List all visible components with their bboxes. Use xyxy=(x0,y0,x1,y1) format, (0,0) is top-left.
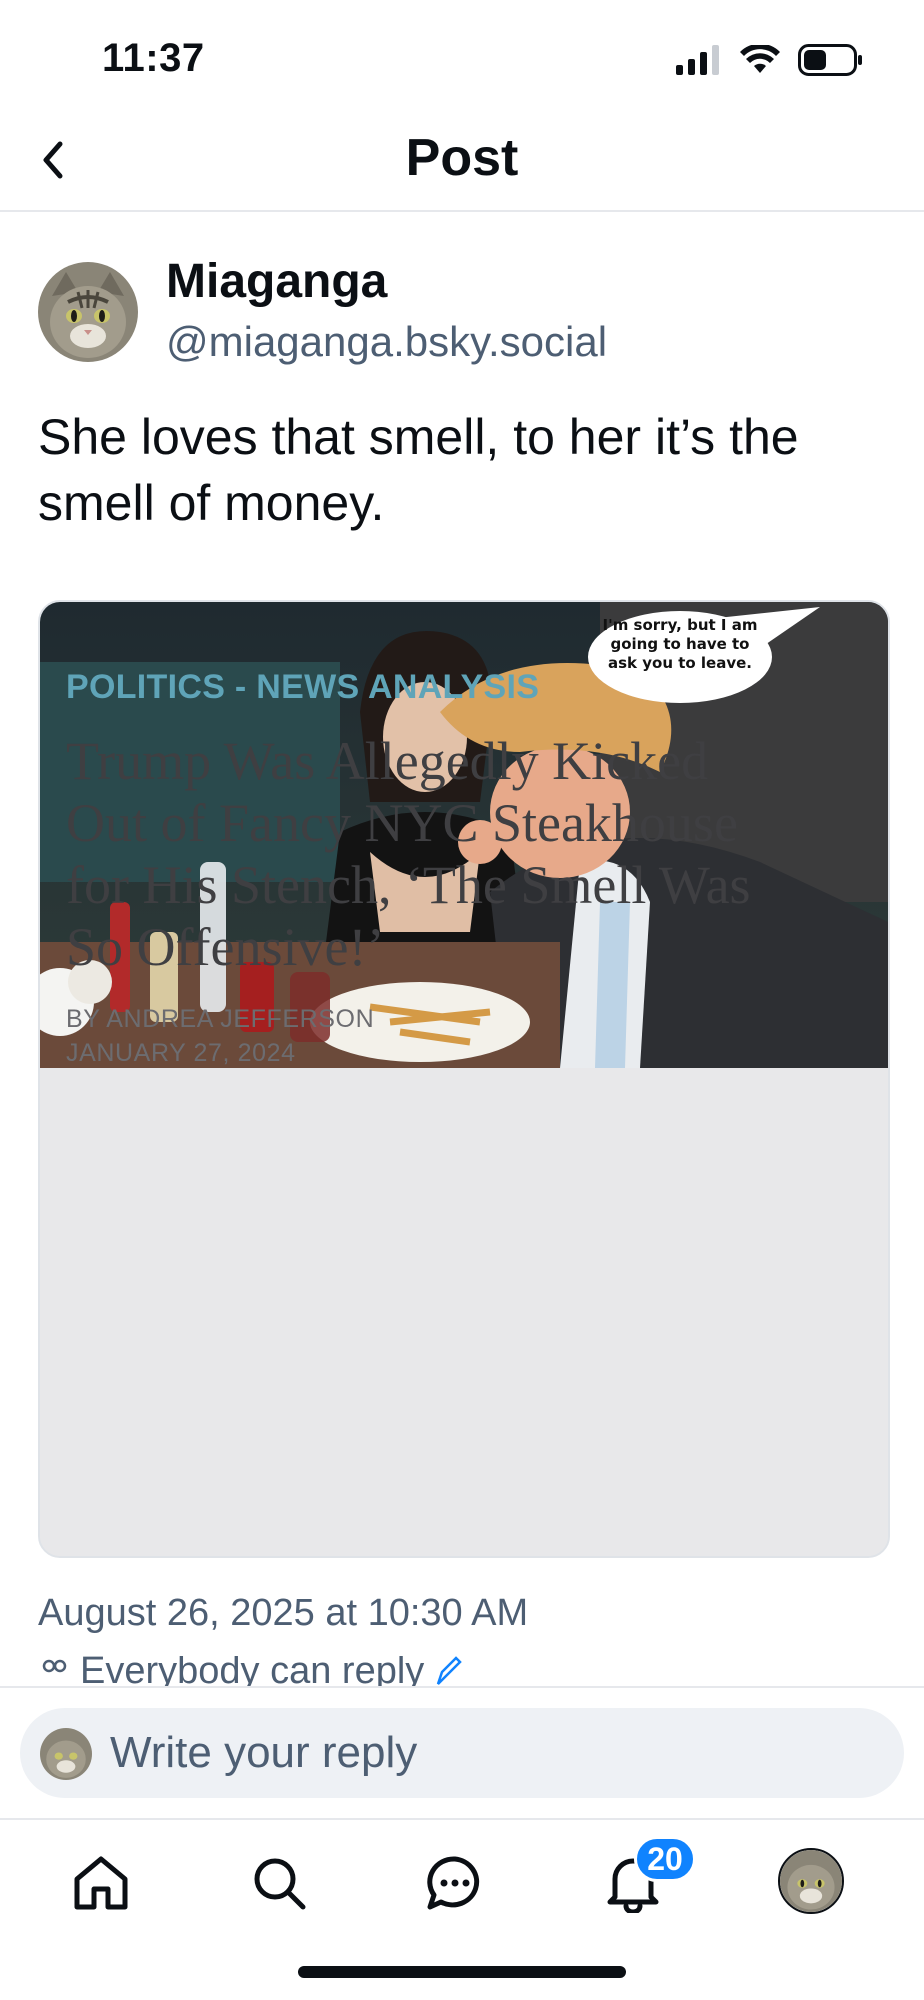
tabbar-divider xyxy=(0,1818,924,1820)
status-time: 11:37 xyxy=(102,36,205,80)
search-icon xyxy=(254,1858,306,1910)
card-headline: Trump Was Allegedly Kicked Out of Fancy … xyxy=(66,731,751,977)
tab-profile[interactable] xyxy=(778,1848,844,1914)
battery-icon xyxy=(798,44,862,76)
notifications-badge: 20 xyxy=(634,1836,696,1882)
wifi-icon xyxy=(740,45,780,73)
reply-permission-label: Everybody can reply xyxy=(80,1656,425,1686)
pencil-icon xyxy=(437,1656,463,1685)
signal-icon xyxy=(676,45,719,75)
home-icon xyxy=(74,1856,128,1910)
chat-icon xyxy=(427,1856,480,1910)
cat-avatar-image-small xyxy=(40,1728,92,1780)
post-text: She loves that smell, to her it’s the sm… xyxy=(38,409,799,531)
tab-search[interactable] xyxy=(244,1848,314,1918)
status-icons xyxy=(676,44,864,76)
card-byline: BY ANDREA JEFFERSON JANUARY 27, 2024 xyxy=(66,1002,374,1070)
author-avatar[interactable] xyxy=(38,262,138,362)
nav-divider xyxy=(0,210,924,212)
byline-date: JANUARY 27, 2024 xyxy=(66,1039,296,1067)
page-title: Post xyxy=(405,129,519,187)
card-body xyxy=(40,1068,888,1556)
tab-chat[interactable] xyxy=(420,1848,490,1918)
cat-avatar-image xyxy=(38,262,138,362)
reply-permission[interactable]: Everybody can reply xyxy=(38,1656,463,1686)
reply-placeholder[interactable]: Write your reply xyxy=(110,1728,417,1778)
author-name[interactable]: Miaganga xyxy=(166,254,387,309)
post-timestamp: August 26, 2025 at 10:30 AM xyxy=(38,1592,529,1634)
byline-author: BY ANDREA JEFFERSON xyxy=(66,1005,375,1033)
reply-divider xyxy=(0,1686,924,1688)
reply-avatar xyxy=(40,1728,92,1780)
home-indicator xyxy=(298,1966,626,1978)
card-kicker: POLITICS - NEWS ANALYSIS xyxy=(66,668,540,706)
speech-bubble-text: I'm sorry, but I am going to have to ask… xyxy=(602,616,758,672)
tab-home[interactable] xyxy=(66,1848,136,1918)
author-handle[interactable]: @miaganga.bsky.social xyxy=(166,318,607,366)
people-icon xyxy=(42,1659,67,1673)
profile-avatar-icon xyxy=(780,1850,842,1912)
